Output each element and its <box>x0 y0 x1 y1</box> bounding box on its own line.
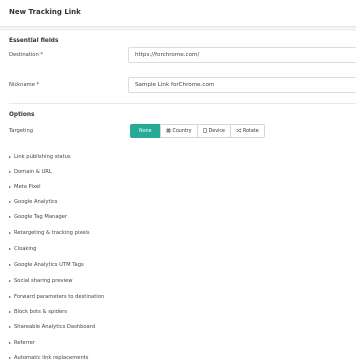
targeting-label: Targeting <box>9 128 34 134</box>
targeting-country-button[interactable]: Country <box>159 124 198 138</box>
caret-right-icon <box>9 232 11 234</box>
section-toggle-google-tag-manager[interactable]: Google Tag Manager <box>9 214 67 220</box>
destination-value: https://forchrome.com/ <box>135 52 200 58</box>
section-toggle-referrer[interactable]: Referrer <box>9 340 35 346</box>
caret-right-icon <box>9 201 11 203</box>
caret-right-icon <box>9 186 11 188</box>
section-toggle-google-analytics[interactable]: Google Analytics <box>9 199 58 205</box>
section-toggle-label: Domain & URL <box>14 169 52 175</box>
section-toggle-label: Google Analytics <box>14 199 58 205</box>
section-toggle-cloaking[interactable]: Cloaking <box>9 246 36 252</box>
targeting-country-label: Country <box>172 128 192 134</box>
section-toggle-label: Meta Pixel <box>14 184 41 190</box>
caret-right-icon <box>9 248 11 250</box>
caret-right-icon <box>9 311 11 313</box>
section-toggle-label: Social sharing preview <box>14 278 73 284</box>
caret-right-icon <box>9 156 11 158</box>
targeting-device-label: Device <box>208 128 225 134</box>
section-toggle-social-sharing-preview[interactable]: Social sharing preview <box>9 278 72 284</box>
modal-title: New Tracking Link <box>9 8 81 16</box>
section-toggle-label: Retargeting & tracking pixels <box>14 230 90 236</box>
nickname-value: Sample Link forChrome.com <box>135 82 215 88</box>
nickname-input[interactable]: Sample Link forChrome.com <box>128 77 356 93</box>
caret-right-icon <box>9 280 11 282</box>
caret-right-icon <box>9 342 11 344</box>
section-toggle-label: Google Tag Manager <box>14 214 68 220</box>
caret-right-icon <box>9 216 11 218</box>
targeting-rotate-label: Rotate <box>242 128 259 134</box>
section-toggle-link-publishing-status[interactable]: Link publishing status <box>9 154 71 160</box>
targeting-device-button[interactable]: Device <box>196 124 231 138</box>
destination-input[interactable]: https://forchrome.com/ <box>128 47 356 63</box>
section-toggle-label: Link publishing status <box>14 154 71 160</box>
section-toggle-forward-parameters[interactable]: Forward parameters to destination <box>9 294 104 300</box>
section-toggle-meta-pixel[interactable]: Meta Pixel <box>9 184 41 190</box>
section-toggle-label: Forward parameters to destination <box>14 294 105 300</box>
nickname-label: Nickname * <box>9 82 40 88</box>
section-toggle-label: Automatic link replacements <box>14 355 89 361</box>
caret-right-icon <box>9 171 11 173</box>
section-toggle-domain-url[interactable]: Domain & URL <box>9 169 52 175</box>
modal-header: New Tracking Link <box>0 0 356 27</box>
header-divider-band <box>0 27 356 31</box>
shuffle-icon <box>236 127 242 135</box>
section-toggle-label: Shareable Analytics Dashboard <box>14 324 96 330</box>
targeting-button-group: None Country Device Rotate <box>130 124 265 138</box>
section-divider <box>9 103 356 104</box>
caret-right-icon <box>9 357 11 359</box>
targeting-none-label: None <box>139 128 152 134</box>
essential-fields-title: Essential fields <box>9 38 59 44</box>
caret-right-icon <box>9 264 11 266</box>
section-toggle-block-bots[interactable]: Block bots & spiders <box>9 309 67 315</box>
section-toggle-shareable-dashboard[interactable]: Shareable Analytics Dashboard <box>9 324 95 330</box>
caret-right-icon <box>9 326 11 328</box>
device-icon <box>202 127 207 135</box>
section-toggle-label: Google Analytics UTM Tags <box>14 262 84 268</box>
targeting-none-button[interactable]: None <box>130 124 161 138</box>
section-toggle-retargeting[interactable]: Retargeting & tracking pixels <box>9 230 90 236</box>
options-title: Options <box>9 112 35 118</box>
destination-label: Destination * <box>9 52 44 58</box>
section-toggle-automatic-link-replacements[interactable]: Automatic link replacements <box>9 355 89 361</box>
section-toggle-utm-tags[interactable]: Google Analytics UTM Tags <box>9 262 84 268</box>
section-toggle-label: Cloaking <box>14 246 37 252</box>
section-toggle-label: Referrer <box>14 340 35 346</box>
targeting-rotate-button[interactable]: Rotate <box>229 124 265 138</box>
section-toggle-label: Block bots & spiders <box>14 309 67 315</box>
globe-icon <box>165 127 171 135</box>
caret-right-icon <box>9 296 11 298</box>
